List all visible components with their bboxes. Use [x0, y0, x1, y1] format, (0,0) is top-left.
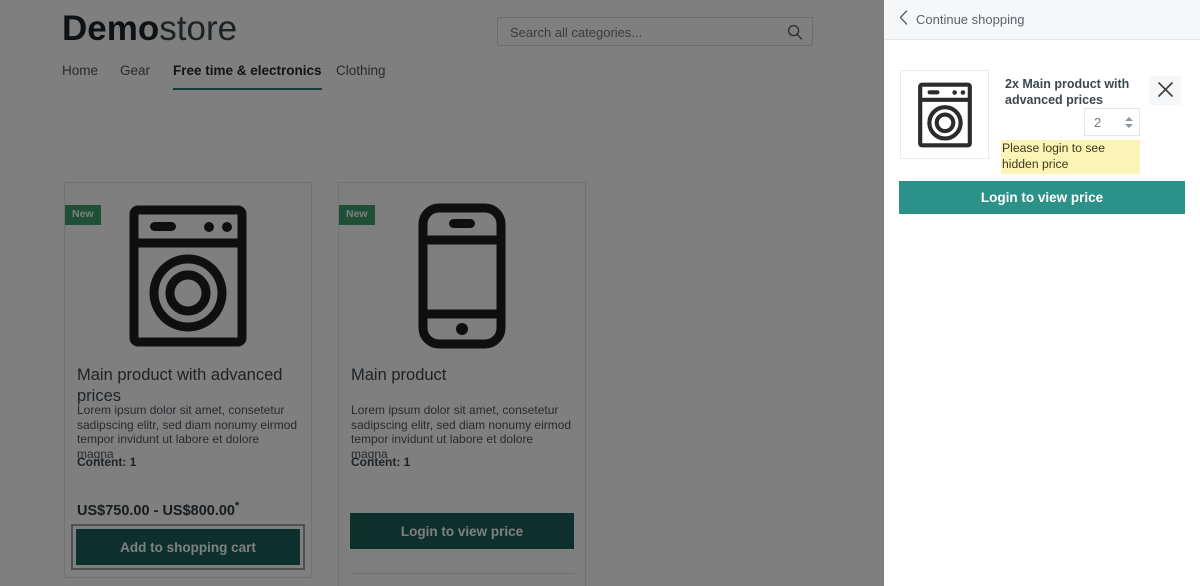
remove-cart-item-button[interactable] [1149, 76, 1181, 105]
hidden-price-notice: Please login to see hidden price [1001, 140, 1140, 174]
continue-shopping-link[interactable]: Continue shopping [899, 10, 1024, 28]
cart-item-thumbnail[interactable] [900, 70, 989, 159]
spinner-up-arrow-icon[interactable] [1124, 116, 1133, 121]
close-icon [1157, 81, 1174, 101]
continue-shopping-label: Continue shopping [916, 11, 1025, 27]
quantity-spinner-icon[interactable] [1124, 114, 1133, 130]
cart-quantity-stepper[interactable] [1084, 108, 1140, 136]
spinner-down-arrow-icon[interactable] [1124, 123, 1133, 128]
chevron-left-icon [899, 10, 908, 28]
panel-login-to-view-price-button[interactable]: Login to view price [899, 181, 1185, 214]
cart-side-panel: Continue shopping 2x Main product with a… [884, 0, 1200, 586]
cart-item-title[interactable]: 2x Main product with advanced prices [1005, 77, 1145, 108]
cart-line-item: 2x Main product with advanced prices Ple… [884, 56, 1200, 176]
store-page: Demostore Home Gear Free time & electron… [0, 0, 884, 586]
modal-dim-overlay[interactable] [0, 0, 884, 586]
cart-panel-header: Continue shopping [884, 0, 1200, 40]
